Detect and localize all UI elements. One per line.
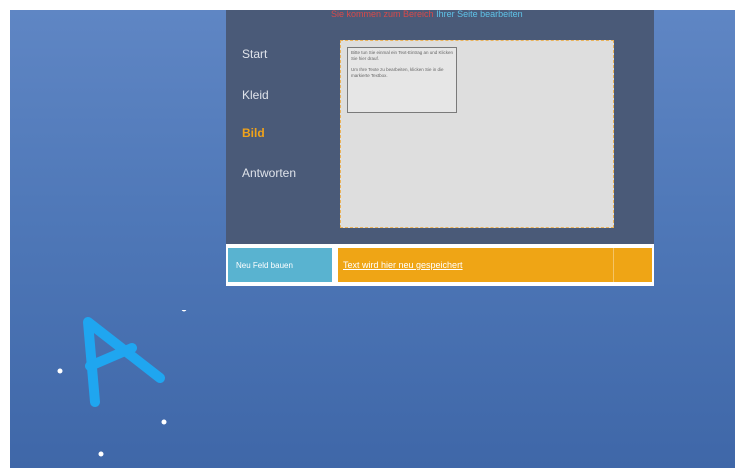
letter-a-logo xyxy=(57,310,187,457)
panel-header: Sie kommen zum Bereich Ihrer Seite bearb… xyxy=(331,10,611,18)
sidebar-item-kleid[interactable]: Kleid xyxy=(242,88,269,102)
sidebar-item-bild[interactable]: Bild xyxy=(242,126,265,140)
save-status-text: Text wird hier neu gespeichert xyxy=(343,260,463,270)
sparkle-dot xyxy=(181,310,187,312)
editing-canvas[interactable]: Bitte tun Sie einmal ein Text-Eintrag an… xyxy=(340,40,614,228)
header-title-part1: Sie kommen zum Bereich xyxy=(331,10,434,18)
text-paragraph: Um Ihre Texte zu bearbeiten, klicken Sie… xyxy=(351,67,444,78)
divider xyxy=(613,248,614,282)
sparkle-dot xyxy=(57,368,63,374)
header-title-part2: Ihrer Seite bearbeiten xyxy=(436,10,523,18)
sparkle-dot xyxy=(98,451,104,457)
sparkle-dot xyxy=(161,419,167,425)
sidebar-item-start[interactable]: Start xyxy=(242,47,267,61)
app-frame: Sie kommen zum Bereich Ihrer Seite bearb… xyxy=(10,10,735,468)
editor-panel: Sie kommen zum Bereich Ihrer Seite bearb… xyxy=(226,10,654,236)
action-bar: Neu Feld bauen Text wird hier neu gespei… xyxy=(226,244,654,286)
new-field-button[interactable]: Neu Feld bauen xyxy=(228,248,332,282)
text-box[interactable]: Bitte tun Sie einmal ein Text-Eintrag an… xyxy=(347,47,457,113)
save-status-bar[interactable]: Text wird hier neu gespeichert xyxy=(338,248,652,282)
sidebar-item-antworten[interactable]: Antworten xyxy=(242,166,296,180)
text-paragraph: Bitte tun Sie einmal ein Text-Eintrag an… xyxy=(351,50,453,61)
